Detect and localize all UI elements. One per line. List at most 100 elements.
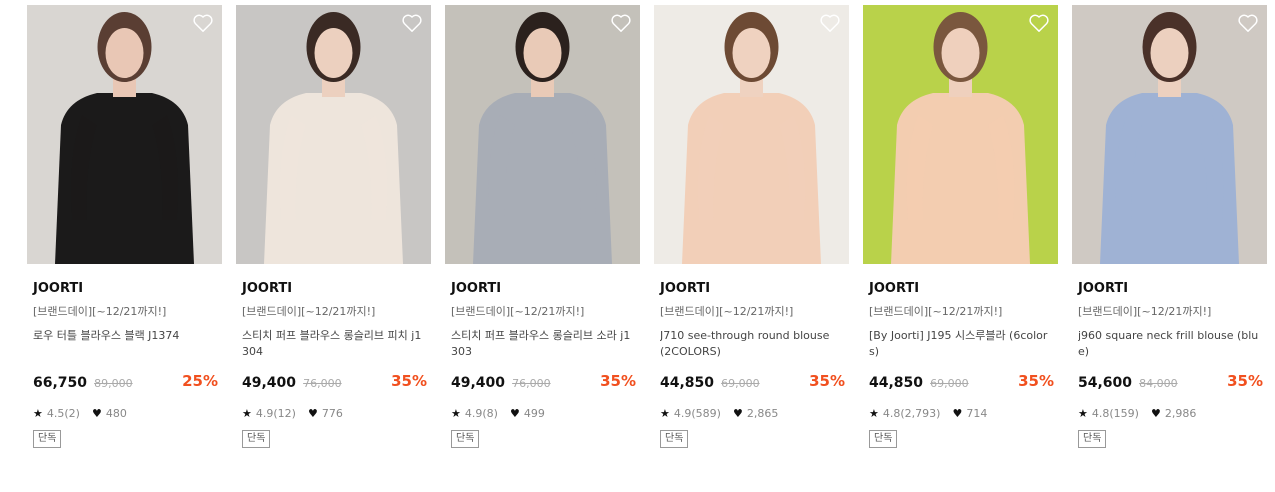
heart-icon: ♥ [91,407,102,420]
rating-text: 4.9(12) [255,407,296,420]
wishlist-heart-icon[interactable] [401,13,423,33]
product-title[interactable]: J710 see-through round blouse (2COLORS) [660,328,843,364]
product-card[interactable]: JOORTI [브랜드데이][~12/21까지!] J710 see-throu… [654,5,849,448]
product-image[interactable] [863,5,1058,264]
brand-name[interactable]: JOORTI [242,281,425,297]
product-title[interactable]: 로우 터틀 블라우스 블랙 J1374 [33,328,216,364]
brand-name[interactable]: JOORTI [660,281,843,297]
star-icon: ★ [451,407,461,420]
original-price: 76,000 [512,377,551,390]
product-title[interactable]: 스티치 퍼프 블라우스 롱슬리브 소라 j1303 [451,328,634,364]
sale-price: 66,750 [33,375,88,391]
model-photo [445,5,640,264]
heart-icon: ♥ [307,407,318,420]
discount-rate: 35% [1018,372,1054,390]
promo-text: [브랜드데이][~12/21까지!] [33,305,167,318]
rating-text: 4.9(8) [464,407,498,420]
likes-count: 2,986 [1164,407,1197,420]
product-info: JOORTI [브랜드데이][~12/21까지!] j960 square ne… [1072,281,1267,448]
rating-text: 4.8(159) [1091,407,1139,420]
original-price: 89,000 [94,377,133,390]
product-info: JOORTI [브랜드데이][~12/21까지!] J710 see-throu… [654,281,849,448]
model-photo [236,5,431,264]
price-row: 54,600 84,000 35% [1078,372,1263,392]
star-icon: ★ [660,407,670,420]
exclusive-badge: 단독 [242,430,271,448]
likes-count: 776 [321,407,343,420]
discount-rate: 35% [809,372,845,390]
product-image[interactable] [445,5,640,264]
review-meta: ★ 4.5(2) ♥ 480 [33,407,216,421]
product-card[interactable]: JOORTI [브랜드데이][~12/21까지!] j960 square ne… [1072,5,1267,448]
product-card[interactable]: JOORTI [브랜드데이][~12/21까지!] 스티치 퍼프 블라우스 롱슬… [236,5,431,448]
product-title[interactable]: 스티치 퍼프 블라우스 롱슬리브 피치 j1304 [242,328,425,364]
star-icon: ★ [1078,407,1088,420]
price-row: 66,750 89,000 25% [33,372,218,392]
model-photo [654,5,849,264]
review-meta: ★ 4.8(159) ♥ 2,986 [1078,407,1261,421]
product-info: JOORTI [브랜드데이][~12/21까지!] 스티치 퍼프 블라우스 롱슬… [236,281,431,448]
exclusive-badge: 단독 [1078,430,1107,448]
discount-rate: 35% [391,372,427,390]
product-card[interactable]: JOORTI [브랜드데이][~12/21까지!] 로우 터틀 블라우스 블랙 … [27,5,222,448]
sale-price: 44,850 [660,375,715,391]
heart-icon: ♥ [952,407,963,420]
promo-text: [브랜드데이][~12/21까지!] [660,305,794,318]
likes-count: 499 [523,407,545,420]
heart-icon: ♥ [1150,407,1161,420]
heart-icon: ♥ [509,407,520,420]
likes-count: 2,865 [746,407,779,420]
review-meta: ★ 4.8(2,793) ♥ 714 [869,407,1052,421]
promo-text: [브랜드데이][~12/21까지!] [869,305,1003,318]
model-photo [863,5,1058,264]
discount-rate: 35% [600,372,636,390]
wishlist-heart-icon[interactable] [819,13,841,33]
product-title[interactable]: j960 square neck frill blouse (blue) [1078,328,1261,364]
wishlist-heart-icon[interactable] [1237,13,1259,33]
sale-price: 49,400 [451,375,506,391]
exclusive-badge: 단독 [660,430,689,448]
rating-text: 4.5(2) [46,407,80,420]
product-info: JOORTI [브랜드데이][~12/21까지!] 로우 터틀 블라우스 블랙 … [27,281,222,448]
price-row: 44,850 69,000 35% [869,372,1054,392]
likes-count: 714 [966,407,988,420]
sale-price: 44,850 [869,375,924,391]
exclusive-badge: 단독 [451,430,480,448]
exclusive-badge: 단독 [869,430,898,448]
star-icon: ★ [869,407,879,420]
star-icon: ★ [242,407,252,420]
price-row: 49,400 76,000 35% [451,372,636,392]
wishlist-heart-icon[interactable] [610,13,632,33]
price-row: 49,400 76,000 35% [242,372,427,392]
model-photo [1072,5,1267,264]
original-price: 69,000 [930,377,969,390]
brand-name[interactable]: JOORTI [1078,281,1261,297]
review-meta: ★ 4.9(8) ♥ 499 [451,407,634,421]
product-image[interactable] [27,5,222,264]
original-price: 84,000 [1139,377,1178,390]
wishlist-heart-icon[interactable] [192,13,214,33]
brand-name[interactable]: JOORTI [869,281,1052,297]
original-price: 69,000 [721,377,760,390]
brand-name[interactable]: JOORTI [33,281,216,297]
promo-text: [브랜드데이][~12/21까지!] [451,305,585,318]
product-title[interactable]: [By Joorti] J195 시스루블라 (6colors) [869,328,1052,364]
model-photo [27,5,222,264]
product-grid: JOORTI [브랜드데이][~12/21까지!] 로우 터틀 블라우스 블랙 … [27,5,1267,448]
promo-text: [브랜드데이][~12/21까지!] [1078,305,1212,318]
brand-name[interactable]: JOORTI [451,281,634,297]
price-row: 44,850 69,000 35% [660,372,845,392]
product-card[interactable]: JOORTI [브랜드데이][~12/21까지!] 스티치 퍼프 블라우스 롱슬… [445,5,640,448]
product-image[interactable] [1072,5,1267,264]
product-image[interactable] [236,5,431,264]
wishlist-heart-icon[interactable] [1028,13,1050,33]
product-image[interactable] [654,5,849,264]
rating-text: 4.9(589) [673,407,721,420]
discount-rate: 25% [182,372,218,390]
review-meta: ★ 4.9(12) ♥ 776 [242,407,425,421]
discount-rate: 35% [1227,372,1263,390]
rating-text: 4.8(2,793) [882,407,941,420]
product-card[interactable]: JOORTI [브랜드데이][~12/21까지!] [By Joorti] J1… [863,5,1058,448]
product-info: JOORTI [브랜드데이][~12/21까지!] 스티치 퍼프 블라우스 롱슬… [445,281,640,448]
original-price: 76,000 [303,377,342,390]
